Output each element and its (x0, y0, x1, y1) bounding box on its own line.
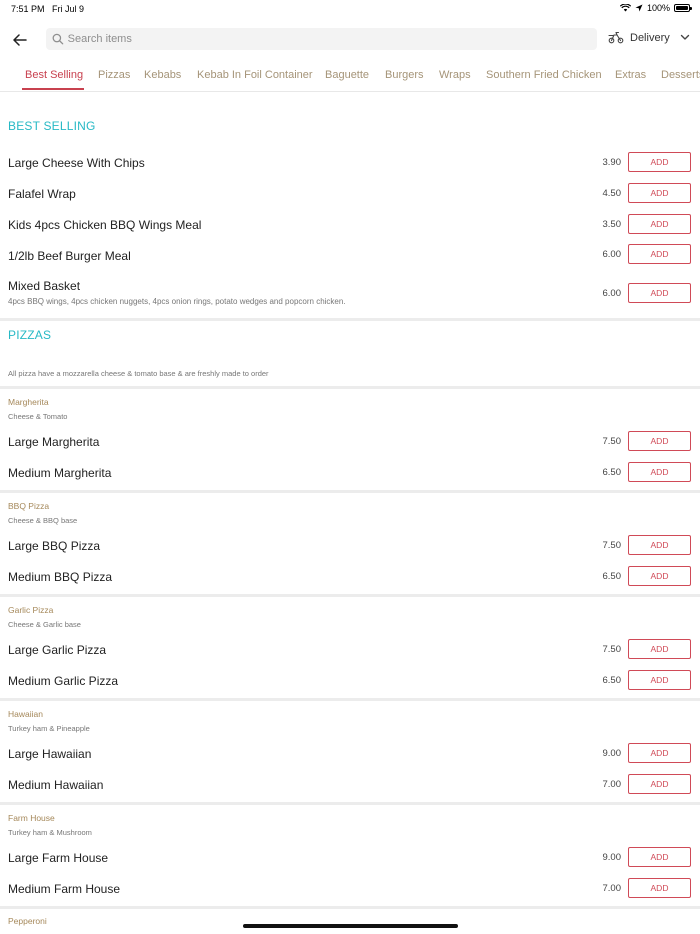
add-button[interactable]: ADD (628, 283, 691, 303)
group-divider (0, 802, 700, 805)
add-button[interactable]: ADD (628, 670, 691, 690)
status-icons: 100% (619, 3, 692, 13)
tab-kebab-in-foil-container[interactable]: Kebab In Foil Container (197, 69, 313, 81)
tab-wraps[interactable]: Wraps (439, 69, 471, 81)
group-title: Margherita (8, 397, 49, 407)
search-icon (52, 33, 64, 45)
group-divider (0, 594, 700, 597)
add-button[interactable]: ADD (628, 535, 691, 555)
search-input[interactable] (67, 33, 597, 45)
item-name: Kids 4pcs Chicken BBQ Wings Meal (8, 218, 202, 232)
item-price: 6.00 (602, 288, 622, 299)
group-subtitle: Cheese & BBQ base (8, 516, 78, 525)
group-divider (0, 490, 700, 493)
item-name: Mixed Basket (8, 279, 81, 293)
status-time: 7:51 PM Fri Jul 9 (11, 4, 85, 14)
add-button[interactable]: ADD (628, 878, 691, 898)
tab-extras[interactable]: Extras (615, 69, 646, 81)
item-name: Large BBQ Pizza (8, 539, 101, 553)
battery-icon (674, 4, 692, 12)
home-indicator (243, 924, 458, 928)
add-button[interactable]: ADD (628, 214, 691, 234)
item-price: 4.50 (602, 188, 622, 199)
delivery-selector[interactable]: Delivery (608, 31, 690, 44)
item-name: Medium Garlic Pizza (8, 674, 119, 688)
group-title: Farm House (8, 813, 55, 823)
section-note: All pizza have a mozzarella cheese & tom… (8, 369, 269, 378)
item-name: 1/2lb Beef Burger Meal (8, 249, 131, 263)
item-price: 7.50 (602, 540, 622, 551)
group-title: Pepperoni (8, 916, 47, 926)
tab-kebabs[interactable]: Kebabs (144, 69, 181, 81)
item-name: Medium Farm House (8, 882, 121, 896)
category-tabs: Best Selling Pizzas Kebabs Kebab In Foil… (0, 63, 700, 92)
active-tab-indicator (22, 88, 84, 90)
search-bar (46, 28, 597, 50)
item-name: Large Margherita (8, 435, 100, 449)
item-name: Large Hawaiian (8, 747, 92, 761)
item-price: 3.50 (602, 219, 622, 230)
battery-percent: 100% (646, 3, 670, 13)
item-price: 9.00 (602, 852, 622, 863)
add-button[interactable]: ADD (628, 639, 691, 659)
chevron-down-icon (680, 34, 689, 40)
item-name: Large Cheese With Chips (8, 156, 145, 170)
item-price: 6.00 (602, 249, 622, 260)
tab-desserts[interactable]: Desserts (661, 69, 700, 81)
item-description: 4pcs BBQ wings, 4pcs chicken nuggets, 4p… (8, 297, 346, 306)
section-divider (0, 386, 700, 389)
group-title: Garlic Pizza (8, 605, 54, 615)
item-name: Medium Hawaiian (8, 778, 104, 792)
group-divider (0, 698, 700, 701)
item-price: 7.00 (602, 779, 622, 790)
item-name: Medium BBQ Pizza (8, 570, 113, 584)
add-button[interactable]: ADD (628, 462, 691, 482)
delivery-label: Delivery (630, 31, 670, 44)
item-price: 6.50 (602, 571, 622, 582)
item-price: 7.50 (602, 436, 622, 447)
item-name: Falafel Wrap (8, 187, 76, 201)
group-subtitle: Cheese & Tomato (8, 412, 68, 421)
add-button[interactable]: ADD (628, 431, 691, 451)
tab-baguette[interactable]: Baguette (325, 69, 369, 81)
back-button[interactable] (10, 30, 30, 50)
section-title-pizzas: PIZZAS (8, 328, 52, 342)
item-price: 3.90 (602, 157, 622, 168)
location-icon (635, 4, 643, 12)
battery-fill (676, 6, 688, 10)
group-divider (0, 906, 700, 909)
section-title-best-selling: BEST SELLING (8, 119, 96, 133)
tab-burgers[interactable]: Burgers (385, 69, 424, 81)
group-title: BBQ Pizza (8, 501, 50, 511)
add-button[interactable]: ADD (628, 566, 691, 586)
item-price: 7.00 (602, 883, 622, 894)
item-name: Large Farm House (8, 851, 109, 865)
add-button[interactable]: ADD (628, 774, 691, 794)
tab-best-selling[interactable]: Best Selling (25, 69, 83, 81)
scooter-icon (608, 31, 624, 44)
top-bar: Delivery (0, 26, 700, 54)
tab-southern-fried-chicken[interactable]: Southern Fried Chicken (486, 69, 602, 81)
item-price: 9.00 (602, 748, 622, 759)
group-title: Hawaiian (8, 709, 43, 719)
item-name: Large Garlic Pizza (8, 643, 107, 657)
group-subtitle: Turkey ham & Mushroom (8, 828, 92, 837)
add-button[interactable]: ADD (628, 244, 691, 264)
group-subtitle: Turkey ham & Pineapple (8, 724, 90, 733)
arrow-left-icon (13, 34, 27, 46)
status-bar: 7:51 PM Fri Jul 9 100% (0, 0, 700, 18)
item-price: 7.50 (602, 644, 622, 655)
add-button[interactable]: ADD (628, 152, 691, 172)
group-subtitle: Cheese & Garlic base (8, 620, 81, 629)
add-button[interactable]: ADD (628, 847, 691, 867)
tab-pizzas[interactable]: Pizzas (98, 69, 130, 81)
item-name: Medium Margherita (8, 466, 112, 480)
add-button[interactable]: ADD (628, 743, 691, 763)
item-price: 6.50 (602, 675, 622, 686)
section-divider (0, 318, 700, 321)
item-price: 6.50 (602, 467, 622, 478)
wifi-icon (619, 4, 631, 12)
add-button[interactable]: ADD (628, 183, 691, 203)
